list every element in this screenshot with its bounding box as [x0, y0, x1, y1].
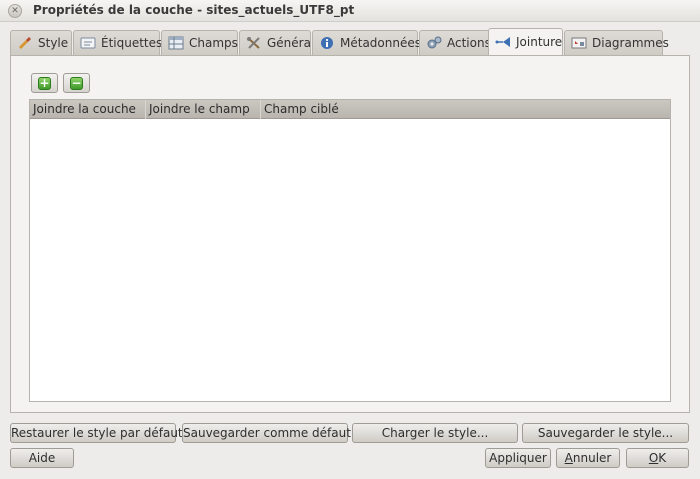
tools-icon — [247, 37, 260, 49]
info-icon — [321, 37, 333, 49]
ok-label-rest: K — [658, 451, 667, 465]
tab-style-label: Style — [38, 36, 69, 50]
ok-button[interactable]: OK — [626, 448, 689, 468]
cancel-label-rest: nnuler — [572, 451, 612, 465]
tab-general-label: Général — [267, 36, 315, 50]
window-close-button[interactable]: ✕ — [8, 4, 22, 18]
tab-style[interactable]: Style — [10, 30, 72, 55]
cancel-mnemonic: A — [564, 451, 573, 465]
title-bar: ✕ Propriétés de la couche - sites_actuel… — [0, 0, 700, 22]
column-target-field[interactable]: Champ ciblé — [261, 100, 670, 119]
tab-metadata-label: Métadonnées — [340, 36, 421, 50]
tab-bar: Style Étiquettes Champs Général Métadonn… — [10, 28, 690, 55]
plus-icon: + — [38, 76, 51, 90]
tab-metadata[interactable]: Métadonnées — [312, 30, 421, 55]
apply-button[interactable]: Appliquer — [485, 448, 551, 468]
tab-actions-label: Actions — [447, 36, 491, 50]
close-icon: ✕ — [11, 6, 19, 16]
tab-actions[interactable]: Actions — [419, 30, 494, 55]
tab-labels[interactable]: Étiquettes — [73, 30, 163, 55]
cancel-button[interactable]: Annuler — [556, 448, 620, 468]
tab-labels-label: Étiquettes — [101, 36, 163, 50]
help-button[interactable]: Aide — [10, 448, 74, 468]
tab-fields[interactable]: Champs — [161, 30, 238, 55]
tab-diagrams[interactable]: Diagrammes — [564, 30, 669, 55]
window-title: Propriétés de la couche - sites_actuels_… — [33, 3, 355, 17]
table-icon — [168, 36, 184, 50]
tab-general[interactable]: Général — [239, 30, 315, 55]
tab-join[interactable]: Jointure — [488, 28, 563, 55]
join-icon — [495, 37, 510, 47]
save-style-button[interactable]: Sauvegarder le style... — [522, 423, 689, 443]
column-join-field[interactable]: Joindre le champ — [146, 100, 261, 119]
join-table-header: Joindre la couche Joindre le champ Champ… — [30, 100, 670, 119]
diagram-icon — [571, 37, 587, 49]
save-as-default-button[interactable]: Sauvegarder comme défaut — [182, 423, 351, 443]
tab-diagrams-label: Diagrammes — [592, 36, 669, 50]
add-join-button[interactable]: + — [31, 73, 58, 93]
tab-join-label: Jointure — [516, 35, 563, 49]
ok-mnemonic: O — [648, 451, 659, 465]
gears-icon — [427, 36, 442, 49]
tab-fields-label: Champs — [189, 36, 238, 50]
restore-default-style-button[interactable]: Restaurer le style par défaut — [10, 423, 183, 443]
minus-icon: − — [70, 76, 83, 90]
column-join-layer[interactable]: Joindre la couche — [30, 100, 146, 119]
layer-properties-dialog: ✕ Propriétés de la couche - sites_actuel… — [0, 0, 700, 479]
remove-join-button[interactable]: − — [63, 73, 90, 93]
brush-icon — [19, 37, 31, 49]
load-style-button[interactable]: Charger le style... — [352, 423, 518, 443]
join-table[interactable]: Joindre la couche Joindre le champ Champ… — [29, 99, 671, 402]
join-tab-panel: + − Joindre la couche Joindre le champ C… — [10, 55, 690, 413]
label-icon — [80, 37, 96, 49]
